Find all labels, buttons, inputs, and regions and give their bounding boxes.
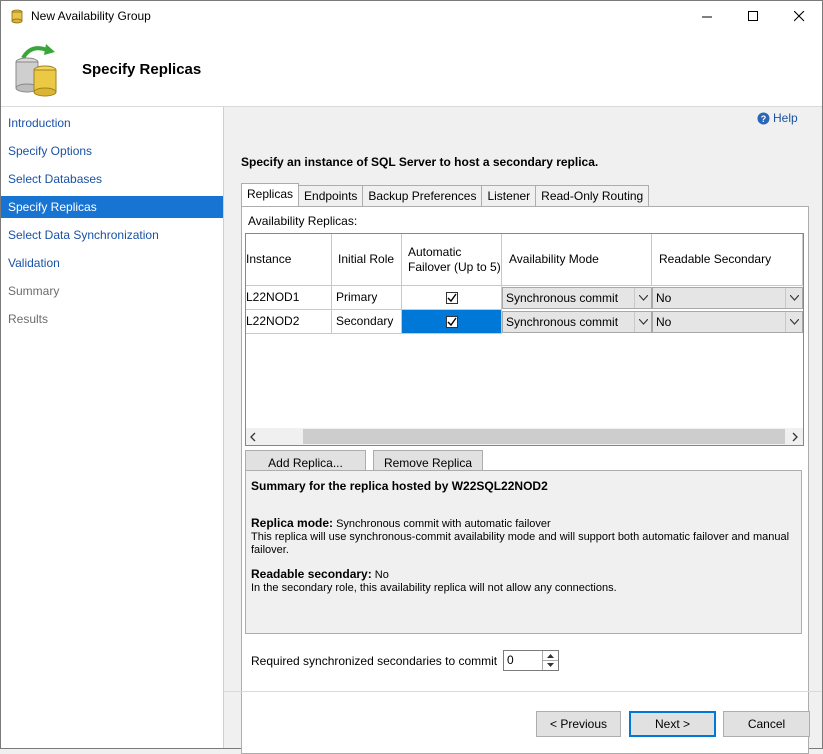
next-button[interactable]: Next > bbox=[629, 711, 716, 737]
row-1-readable-secondary-combo[interactable]: No bbox=[652, 287, 803, 309]
help-icon: ? bbox=[757, 112, 770, 124]
help-label: Help bbox=[773, 111, 798, 125]
tab-strip: Replicas Endpoints Backup Preferences Li… bbox=[241, 183, 650, 207]
chevron-down-icon bbox=[785, 312, 802, 332]
tab-backup-preferences[interactable]: Backup Preferences bbox=[362, 185, 483, 206]
row-1-role[interactable]: Primary bbox=[332, 286, 402, 310]
row-1-availability-mode-combo[interactable]: Synchronous commit bbox=[502, 287, 652, 309]
column-header-availability-mode[interactable]: Availability Mode bbox=[502, 234, 652, 286]
readable-secondary-block: Readable secondary: No In the secondary … bbox=[251, 568, 791, 595]
replica-mode-block: Replica mode: Synchronous commit with au… bbox=[251, 517, 791, 557]
sidebar-item-select-databases[interactable]: Select Databases bbox=[1, 168, 223, 190]
row-1-failover-checkbox[interactable] bbox=[445, 291, 458, 304]
cancel-button[interactable]: Cancel bbox=[723, 711, 810, 737]
required-secondaries-value: 0 bbox=[507, 653, 514, 667]
page-title: Specify Replicas bbox=[82, 61, 202, 78]
sidebar-item-specify-replicas[interactable]: Specify Replicas bbox=[1, 196, 223, 218]
close-button[interactable] bbox=[776, 1, 822, 32]
chevron-down-icon bbox=[634, 312, 651, 332]
sidebar-item-summary: Summary bbox=[8, 284, 60, 298]
page-heading: Specify an instance of SQL Server to hos… bbox=[241, 155, 599, 169]
checkmark-icon bbox=[447, 293, 457, 302]
spinner-arrows[interactable] bbox=[542, 651, 558, 670]
required-secondaries-spinner[interactable]: 0 bbox=[503, 650, 559, 671]
tab-replicas[interactable]: Replicas bbox=[241, 183, 300, 206]
wizard-footer: < Previous Next > Cancel bbox=[224, 691, 822, 749]
wizard-content: ? Help Specify an instance of SQL Server… bbox=[224, 107, 822, 754]
tab-read-only-routing[interactable]: Read-Only Routing bbox=[535, 185, 650, 206]
replicas-tab-panel: Availability Replicas: Instance Initial … bbox=[241, 206, 809, 754]
close-icon bbox=[793, 11, 804, 22]
readable-secondary-description: In the secondary role, this availability… bbox=[251, 582, 617, 594]
window-title: New Availability Group bbox=[31, 9, 151, 23]
column-header-initial-role[interactable]: Initial Role bbox=[332, 234, 402, 286]
row-2-role[interactable]: Secondary bbox=[332, 310, 402, 334]
minimize-icon bbox=[701, 16, 712, 18]
maximize-icon bbox=[747, 11, 758, 21]
tab-endpoints[interactable]: Endpoints bbox=[298, 185, 364, 206]
scroll-thumb[interactable] bbox=[303, 429, 785, 444]
row-2-failover-cell bbox=[402, 310, 502, 334]
sidebar-item-select-data-synchronization[interactable]: Select Data Synchronization bbox=[1, 224, 223, 246]
row-1-readable-secondary-value: No bbox=[656, 291, 672, 305]
row-2-readable-secondary-combo[interactable]: No bbox=[652, 311, 803, 333]
tab-listener[interactable]: Listener bbox=[481, 185, 537, 206]
wizard-window: New Availability Group Specify Replicas … bbox=[0, 0, 823, 754]
replica-mode-description: This replica will use synchronous-commit… bbox=[251, 531, 790, 556]
availability-replicas-label: Availability Replicas: bbox=[248, 214, 358, 228]
row-1-instance[interactable]: L22NOD1 bbox=[246, 286, 332, 310]
maximize-button[interactable] bbox=[730, 1, 776, 32]
sidebar-item-introduction[interactable]: Introduction bbox=[1, 112, 223, 134]
required-secondaries-label: Required synchronized secondaries to com… bbox=[251, 654, 498, 668]
checkmark-icon bbox=[447, 317, 457, 326]
summary-title: Summary for the replica hosted by W22SQL… bbox=[251, 479, 548, 493]
sidebar-item-results: Results bbox=[8, 312, 49, 326]
replica-mode-label: Replica mode: bbox=[251, 516, 334, 530]
grid-horizontal-scrollbar[interactable] bbox=[246, 428, 803, 445]
row-2-instance[interactable]: L22NOD2 bbox=[246, 310, 332, 334]
scroll-right-icon[interactable] bbox=[791, 431, 799, 445]
row-2-availability-mode-combo[interactable]: Synchronous commit bbox=[502, 311, 652, 333]
wizard-header: Specify Replicas bbox=[1, 32, 822, 107]
sidebar-item-validation[interactable]: Validation bbox=[1, 252, 223, 274]
row-2-readable-secondary-value: No bbox=[656, 315, 672, 329]
scroll-left-icon[interactable] bbox=[249, 431, 257, 445]
row-1-availability-mode-value: Synchronous commit bbox=[506, 291, 619, 305]
minimize-button[interactable] bbox=[684, 1, 730, 32]
chevron-down-icon bbox=[785, 288, 802, 308]
spinner-up-down-icon bbox=[543, 654, 558, 667]
readable-secondary-label: Readable secondary: bbox=[251, 567, 372, 581]
help-link[interactable]: ? Help bbox=[757, 111, 798, 125]
wizard-sidebar: Introduction Specify Options Select Data… bbox=[1, 107, 224, 748]
column-header-readable-secondary[interactable]: Readable Secondary bbox=[652, 234, 803, 286]
row-1-failover-cell bbox=[402, 286, 502, 310]
sidebar-item-specify-options[interactable]: Specify Options bbox=[1, 140, 223, 162]
title-bar: New Availability Group bbox=[1, 1, 822, 32]
readable-secondary-value: No bbox=[374, 569, 389, 581]
column-header-automatic-failover[interactable]: Automatic Failover (Up to 5) bbox=[402, 234, 502, 286]
svg-text:?: ? bbox=[761, 114, 767, 124]
column-header-instance[interactable]: Instance bbox=[246, 234, 332, 286]
chevron-down-icon bbox=[634, 288, 651, 308]
replica-summary-panel: Summary for the replica hosted by W22SQL… bbox=[245, 470, 802, 634]
replica-mode-value: Synchronous commit with automatic failov… bbox=[336, 518, 551, 530]
database-sync-icon bbox=[15, 44, 57, 97]
row-2-availability-mode-value: Synchronous commit bbox=[506, 315, 619, 329]
previous-button[interactable]: < Previous bbox=[536, 711, 621, 737]
row-2-failover-checkbox[interactable] bbox=[445, 315, 458, 328]
availability-replicas-grid: Instance Initial Role Automatic Failover… bbox=[245, 233, 804, 446]
app-icon bbox=[11, 9, 23, 24]
